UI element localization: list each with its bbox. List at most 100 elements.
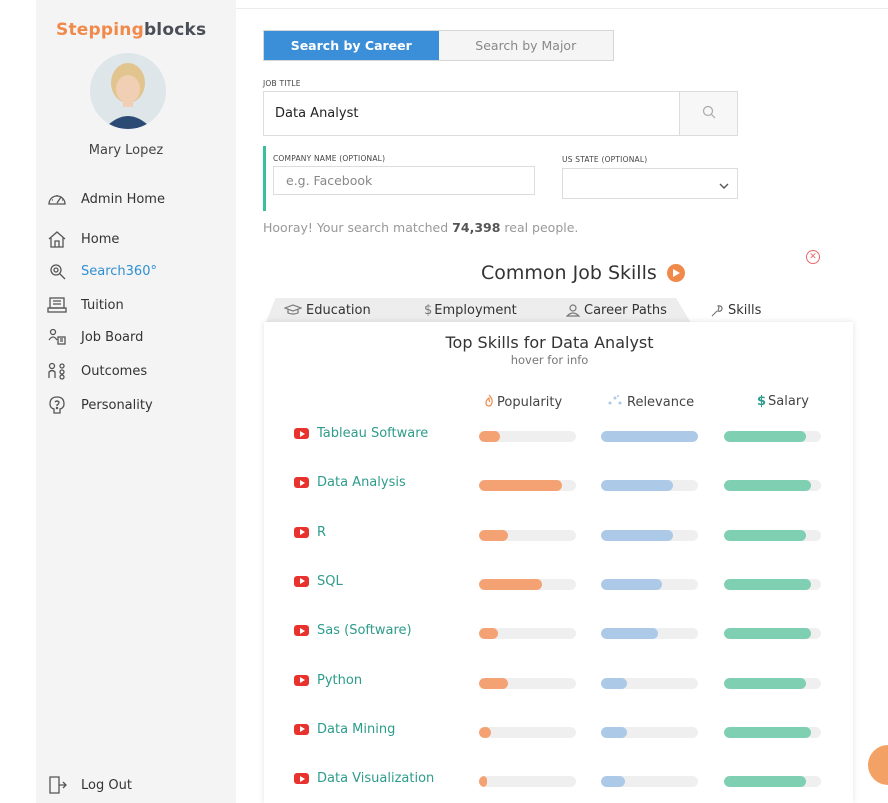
search-button[interactable] bbox=[679, 91, 738, 136]
popularity-bar[interactable] bbox=[479, 529, 576, 541]
relevance-bar[interactable] bbox=[601, 529, 698, 541]
sidebar-item-admin-home[interactable]: Admin Home bbox=[46, 188, 165, 210]
sidebar: Steppingblocks Mary Lopez Admin Home Hom… bbox=[36, 0, 236, 803]
relevance-bar-fill bbox=[601, 776, 625, 788]
skill-link[interactable]: Data Mining bbox=[294, 722, 395, 737]
main-content: Search by Career Search by Major JOB TIT… bbox=[236, 0, 888, 803]
skill-row: Data Analysis bbox=[294, 475, 834, 495]
sidebar-item-personality[interactable]: Personality bbox=[46, 394, 153, 416]
youtube-icon[interactable] bbox=[294, 674, 309, 686]
sidebar-item-home[interactable]: Home bbox=[46, 228, 119, 250]
relevance-bar[interactable] bbox=[601, 480, 698, 492]
salary-bar[interactable] bbox=[724, 776, 821, 788]
search-by-career-button[interactable]: Search by Career bbox=[264, 31, 439, 60]
job-board-icon bbox=[46, 327, 68, 347]
salary-bar-fill bbox=[724, 431, 806, 442]
skill-link[interactable]: Python bbox=[294, 673, 362, 688]
salary-bar[interactable] bbox=[724, 480, 821, 492]
popularity-bar[interactable] bbox=[479, 578, 576, 590]
sidebar-item-search360[interactable]: Search360° bbox=[46, 260, 157, 282]
card-subtitle: hover for info bbox=[510, 353, 589, 367]
sidebar-item-tuition[interactable]: Tuition bbox=[46, 294, 124, 316]
logo[interactable]: Steppingblocks bbox=[56, 20, 206, 40]
youtube-icon[interactable] bbox=[294, 526, 309, 538]
salary-header: $ Salary bbox=[757, 394, 809, 409]
skill-row: Data Visualization bbox=[294, 771, 834, 791]
home-icon bbox=[46, 229, 68, 249]
skill-name: Tableau Software bbox=[317, 426, 429, 441]
popularity-bar[interactable] bbox=[479, 776, 576, 788]
popularity-bar[interactable] bbox=[479, 726, 576, 738]
logout-label: Log Out bbox=[81, 777, 132, 793]
close-icon[interactable]: ✕ bbox=[806, 250, 820, 264]
tab-skills[interactable]: Skills bbox=[676, 298, 856, 322]
top-divider bbox=[236, 8, 888, 9]
popularity-bar-fill bbox=[479, 480, 562, 492]
relevance-bar[interactable] bbox=[601, 431, 698, 442]
skills-tabs: Education $ Employment Career Paths Skil… bbox=[266, 298, 856, 322]
tab-label: Skills bbox=[728, 302, 762, 318]
company-name-input[interactable]: e.g. Facebook bbox=[273, 166, 535, 195]
search-icon bbox=[702, 104, 716, 123]
logout-button[interactable]: Log Out bbox=[46, 774, 132, 796]
us-state-select[interactable] bbox=[562, 168, 738, 199]
youtube-icon[interactable] bbox=[294, 428, 309, 439]
tab-label: Employment bbox=[434, 302, 517, 318]
popularity-bar[interactable] bbox=[479, 628, 576, 640]
us-state-label: US STATE (OPTIONAL) bbox=[562, 155, 648, 164]
salary-bar[interactable] bbox=[724, 628, 821, 640]
tab-education[interactable]: Education bbox=[266, 298, 426, 322]
avatar[interactable] bbox=[90, 53, 166, 129]
youtube-icon[interactable] bbox=[294, 477, 309, 489]
skill-name: Data Analysis bbox=[317, 475, 406, 491]
skill-link[interactable]: Sas (Software) bbox=[294, 623, 412, 638]
skill-row: Sas (Software) bbox=[294, 623, 834, 643]
relevance-header-label: Relevance bbox=[627, 394, 695, 410]
popularity-bar[interactable] bbox=[479, 677, 576, 689]
skill-link[interactable]: SQL bbox=[294, 574, 343, 589]
job-title-input[interactable]: Data Analyst bbox=[263, 91, 679, 136]
relevance-bar[interactable] bbox=[601, 776, 698, 788]
page: Steppingblocks Mary Lopez Admin Home Hom… bbox=[0, 0, 888, 803]
salary-bar[interactable] bbox=[724, 677, 821, 689]
sidebar-item-job-board[interactable]: Job Board bbox=[46, 326, 143, 348]
search-by-major-button[interactable]: Search by Major bbox=[438, 31, 613, 60]
tab-label: Education bbox=[306, 302, 371, 318]
relevance-bar-fill bbox=[601, 529, 673, 541]
skill-link[interactable]: Data Analysis bbox=[294, 475, 406, 490]
tab-employment[interactable]: $ Employment bbox=[406, 298, 561, 322]
salary-bar[interactable] bbox=[724, 578, 821, 590]
skill-name: Data Visualization bbox=[317, 771, 435, 787]
relevance-bar[interactable] bbox=[601, 677, 698, 689]
salary-bar-fill bbox=[724, 529, 806, 541]
salary-bar-fill bbox=[724, 677, 806, 689]
relevance-header: Relevance bbox=[607, 394, 694, 410]
skill-link[interactable]: Tableau Software bbox=[294, 426, 428, 441]
skill-link[interactable]: R bbox=[294, 525, 326, 540]
youtube-icon[interactable] bbox=[294, 575, 309, 587]
salary-bar[interactable] bbox=[724, 726, 821, 738]
search360-icon bbox=[46, 261, 68, 281]
salary-bar-fill bbox=[724, 628, 811, 640]
chat-button[interactable] bbox=[868, 745, 888, 785]
relevance-bar[interactable] bbox=[601, 726, 698, 738]
skill-row: Python bbox=[294, 673, 834, 693]
sidebar-item-label: Tuition bbox=[81, 297, 124, 313]
youtube-icon[interactable] bbox=[294, 625, 309, 637]
section-title-text: Common Job Skills bbox=[481, 262, 657, 284]
chevron-down-icon bbox=[719, 174, 729, 193]
sidebar-item-outcomes[interactable]: Outcomes bbox=[46, 360, 147, 382]
salary-bar[interactable] bbox=[724, 529, 821, 541]
youtube-icon[interactable] bbox=[294, 723, 309, 735]
popularity-bar-fill bbox=[479, 677, 508, 689]
play-icon[interactable] bbox=[666, 264, 685, 282]
popularity-bar[interactable] bbox=[479, 431, 576, 442]
skill-link[interactable]: Data Visualization bbox=[294, 771, 434, 786]
match-count: 74,398 bbox=[452, 220, 501, 235]
salary-bar[interactable] bbox=[724, 431, 821, 442]
youtube-icon[interactable] bbox=[294, 773, 309, 785]
popularity-bar-fill bbox=[479, 776, 487, 788]
relevance-bar[interactable] bbox=[601, 628, 698, 640]
relevance-bar[interactable] bbox=[601, 578, 698, 590]
popularity-bar[interactable] bbox=[479, 480, 576, 492]
